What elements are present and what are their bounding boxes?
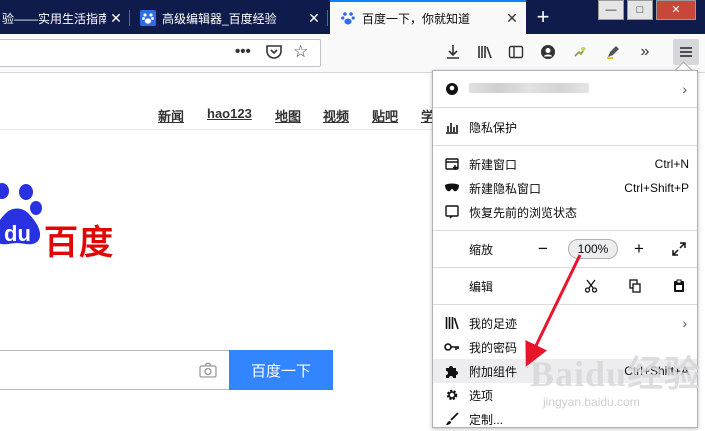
menu-separator	[433, 230, 697, 231]
extension-icon[interactable]	[569, 41, 591, 63]
navigation-toolbar: ••• ☆ »	[0, 34, 705, 73]
maximize-button[interactable]: □	[627, 0, 653, 20]
paintbrush-icon	[444, 411, 460, 427]
shortcut-label: Ctrl+Shift+P	[624, 181, 689, 195]
watermark-logo: Baidu经验	[530, 354, 702, 394]
tab-advanced-editor[interactable]: 高级编辑器_百度经验 ✕	[130, 2, 328, 34]
pocket-icon[interactable]	[265, 44, 283, 63]
nav-link-map[interactable]: 地图	[275, 106, 301, 124]
key-icon	[444, 339, 460, 355]
tab-shiyong[interactable]: 验——实用生活指南 ✕	[0, 2, 130, 34]
new-tab-button[interactable]: +	[528, 2, 558, 32]
menu-label: 新建窗口	[469, 157, 518, 172]
tab-title: 百度一下，你就知道	[362, 11, 471, 26]
menu-separator	[433, 145, 697, 146]
restore-session-icon	[444, 204, 460, 220]
minimize-button[interactable]: —	[598, 0, 624, 20]
firefox-account-icon	[444, 81, 460, 97]
overflow-chevron-icon[interactable]: »	[634, 41, 656, 63]
page-actions-icon[interactable]: •••	[235, 43, 251, 60]
url-bar[interactable]: ••• ☆	[0, 39, 321, 67]
zoom-reset-button[interactable]: 100%	[568, 239, 618, 259]
baidu-paw-favicon-icon	[340, 10, 356, 26]
tab-title: 高级编辑器_百度经验	[162, 11, 277, 26]
tab-close-icon[interactable]: ✕	[106, 10, 126, 27]
private-mask-icon	[444, 180, 460, 196]
menu-row-edit: 编辑	[433, 274, 697, 298]
menu-item-library[interactable]: 我的足迹 ›	[433, 311, 697, 335]
menu-item-privacy[interactable]: 隐私保护	[433, 115, 697, 139]
gear-icon	[444, 387, 460, 403]
baidu-favicon-icon	[140, 10, 156, 26]
nav-link-video[interactable]: 视频	[323, 106, 349, 124]
menu-label: 隐私保护	[469, 120, 518, 135]
nav-divider	[0, 129, 432, 130]
paste-icon[interactable]	[669, 276, 689, 296]
account-email-blurred	[469, 82, 682, 96]
nav-link-news[interactable]: 新闻	[158, 106, 184, 124]
copy-icon[interactable]	[625, 276, 645, 296]
camera-search-icon[interactable]	[199, 362, 217, 381]
menu-item-customize[interactable]: 定制...	[433, 407, 697, 431]
menu-item-restore-session[interactable]: 恢复先前的浏览状态	[433, 200, 697, 224]
search-button[interactable]: 百度一下	[229, 350, 333, 390]
bookmark-star-icon[interactable]: ☆	[293, 42, 308, 62]
downloads-icon[interactable]	[442, 41, 464, 63]
tab-close-icon[interactable]: ✕	[304, 10, 324, 27]
shortcut-label: Ctrl+N	[654, 157, 689, 171]
nav-link-hao123[interactable]: hao123	[207, 106, 252, 122]
sidebar-icon[interactable]	[505, 41, 527, 63]
zoom-in-button[interactable]: +	[629, 239, 649, 259]
zoom-out-button[interactable]: −	[533, 239, 553, 259]
new-window-icon	[444, 156, 460, 172]
search-input[interactable]	[0, 350, 230, 390]
menu-item-account[interactable]: ›	[433, 77, 697, 101]
menu-label: 恢复先前的浏览状态	[469, 205, 578, 220]
nav-link-tieba[interactable]: 贴吧	[372, 106, 398, 124]
library-icon[interactable]	[474, 41, 496, 63]
tab-baidu-home[interactable]: 百度一下，你就知道 ✕	[330, 0, 526, 34]
tab-title: 验——实用生活指南	[2, 11, 106, 26]
account-icon[interactable]	[537, 41, 559, 63]
menu-separator	[433, 304, 697, 305]
menu-separator	[433, 107, 697, 108]
privacy-chart-icon	[444, 119, 460, 135]
cut-icon[interactable]	[581, 276, 601, 296]
menu-row-zoom: 缩放	[433, 236, 697, 262]
tab-close-icon[interactable]: ✕	[502, 10, 522, 27]
menu-label: 新建隐私窗口	[469, 181, 542, 196]
screenshot-pen-icon[interactable]	[602, 41, 624, 63]
chevron-right-icon: ›	[682, 81, 687, 97]
puzzle-piece-icon	[444, 363, 460, 379]
close-window-button[interactable]: ✕	[656, 0, 696, 20]
menu-item-new-private-window[interactable]: 新建隐私窗口 Ctrl+Shift+P	[433, 176, 697, 200]
baidu-logo-text: 百度	[44, 223, 114, 263]
chevron-right-icon: ›	[682, 315, 687, 331]
hamburger-menu-button[interactable]	[673, 39, 699, 65]
baidu-logo-du: du	[4, 221, 31, 246]
menu-separator	[433, 267, 697, 268]
menu-label: 我的足迹	[469, 316, 518, 331]
library-books-icon	[444, 315, 460, 331]
tab-strip: 验——实用生活指南 ✕ 高级编辑器_百度经验 ✕ 百度一下，你就知道 ✕ + —…	[0, 0, 705, 34]
fullscreen-icon[interactable]	[669, 239, 689, 259]
watermark-url: jingyan.baidu.com	[543, 395, 640, 409]
baidu-page: 新闻 hao123 地图 视频 贴吧 学 du 百度 百度一下	[0, 73, 434, 428]
menu-item-new-window[interactable]: 新建窗口 Ctrl+N	[433, 152, 697, 176]
menu-label: 定制...	[469, 412, 504, 427]
